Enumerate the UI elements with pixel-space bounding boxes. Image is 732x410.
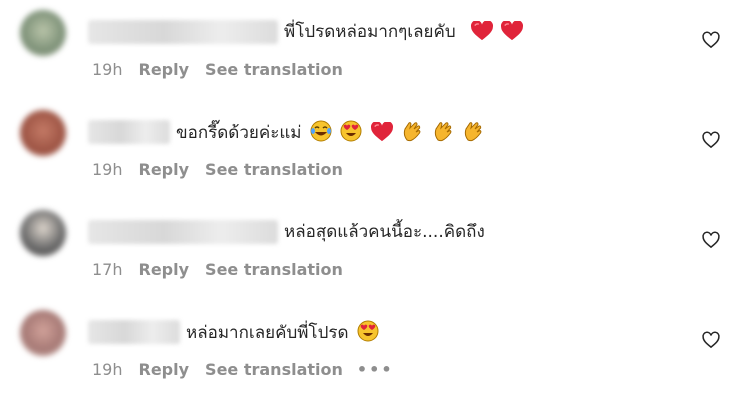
username[interactable]: [88, 120, 170, 144]
reply-button[interactable]: Reply: [139, 60, 190, 79]
see-translation-button[interactable]: See translation: [205, 260, 343, 279]
comment-text: ขอกรี๊ดด้วยค่ะแม่: [176, 120, 484, 145]
comment-item: หล่อมากเลยคับพี่โปรด 19h Reply See transla…: [0, 300, 732, 400]
comment-meta: 19h Reply See translation: [92, 160, 343, 179]
avatar[interactable]: [20, 310, 66, 356]
comment-meta: 19h Reply See translation •••: [92, 360, 394, 379]
comment-text: หล่อมากเลยคับพี่โปรด: [186, 320, 379, 345]
like-heart-icon[interactable]: [702, 231, 720, 249]
timestamp[interactable]: 19h: [92, 160, 123, 179]
comment-meta: 17h Reply See translation: [92, 260, 343, 279]
reply-button[interactable]: Reply: [139, 360, 190, 379]
reply-button[interactable]: Reply: [139, 160, 190, 179]
clapping-hands-icon: [464, 122, 482, 142]
avatar[interactable]: [20, 210, 66, 256]
see-translation-button[interactable]: See translation: [205, 60, 343, 79]
clapping-hands-icon: [434, 122, 451, 142]
timestamp[interactable]: 17h: [92, 260, 123, 279]
comment-item: หล่อสุดแล้วคนนี้อะ....คิดถึง 17h Reply See…: [0, 200, 732, 300]
comment-item: พี่โปรดหล่อมากๆเลยคับ 19h Reply See transl…: [0, 0, 732, 100]
username[interactable]: [88, 20, 278, 44]
red-heart-icon: [370, 122, 393, 142]
heart-eyes-icon: [357, 320, 379, 342]
red-heart-icon: [471, 21, 494, 41]
clapping-hands-icon: [403, 122, 421, 142]
like-heart-icon[interactable]: [702, 131, 720, 149]
comment-text: พี่โปรดหล่อมากๆเลยคับ: [284, 20, 524, 44]
like-heart-icon[interactable]: [702, 31, 720, 49]
see-translation-button[interactable]: See translation: [205, 160, 343, 179]
comment-item: ขอกรี๊ดด้วยค่ะแม่ 19h Reply See translatio…: [0, 100, 732, 200]
avatar[interactable]: [20, 10, 66, 56]
heart-eyes-icon: [340, 120, 362, 142]
more-options-button[interactable]: •••: [357, 360, 394, 379]
timestamp[interactable]: 19h: [92, 360, 123, 379]
comment-text: หล่อสุดแล้วคนนี้อะ....คิดถึง: [284, 222, 485, 242]
username[interactable]: [88, 220, 278, 244]
username[interactable]: [88, 320, 180, 344]
tears-of-joy-icon: [310, 120, 332, 142]
red-heart-icon: [501, 21, 524, 41]
avatar[interactable]: [20, 110, 66, 156]
reply-button[interactable]: Reply: [139, 260, 190, 279]
comment-meta: 19h Reply See translation: [92, 60, 343, 79]
timestamp[interactable]: 19h: [92, 60, 123, 79]
like-heart-icon[interactable]: [702, 331, 720, 349]
see-translation-button[interactable]: See translation: [205, 360, 343, 379]
